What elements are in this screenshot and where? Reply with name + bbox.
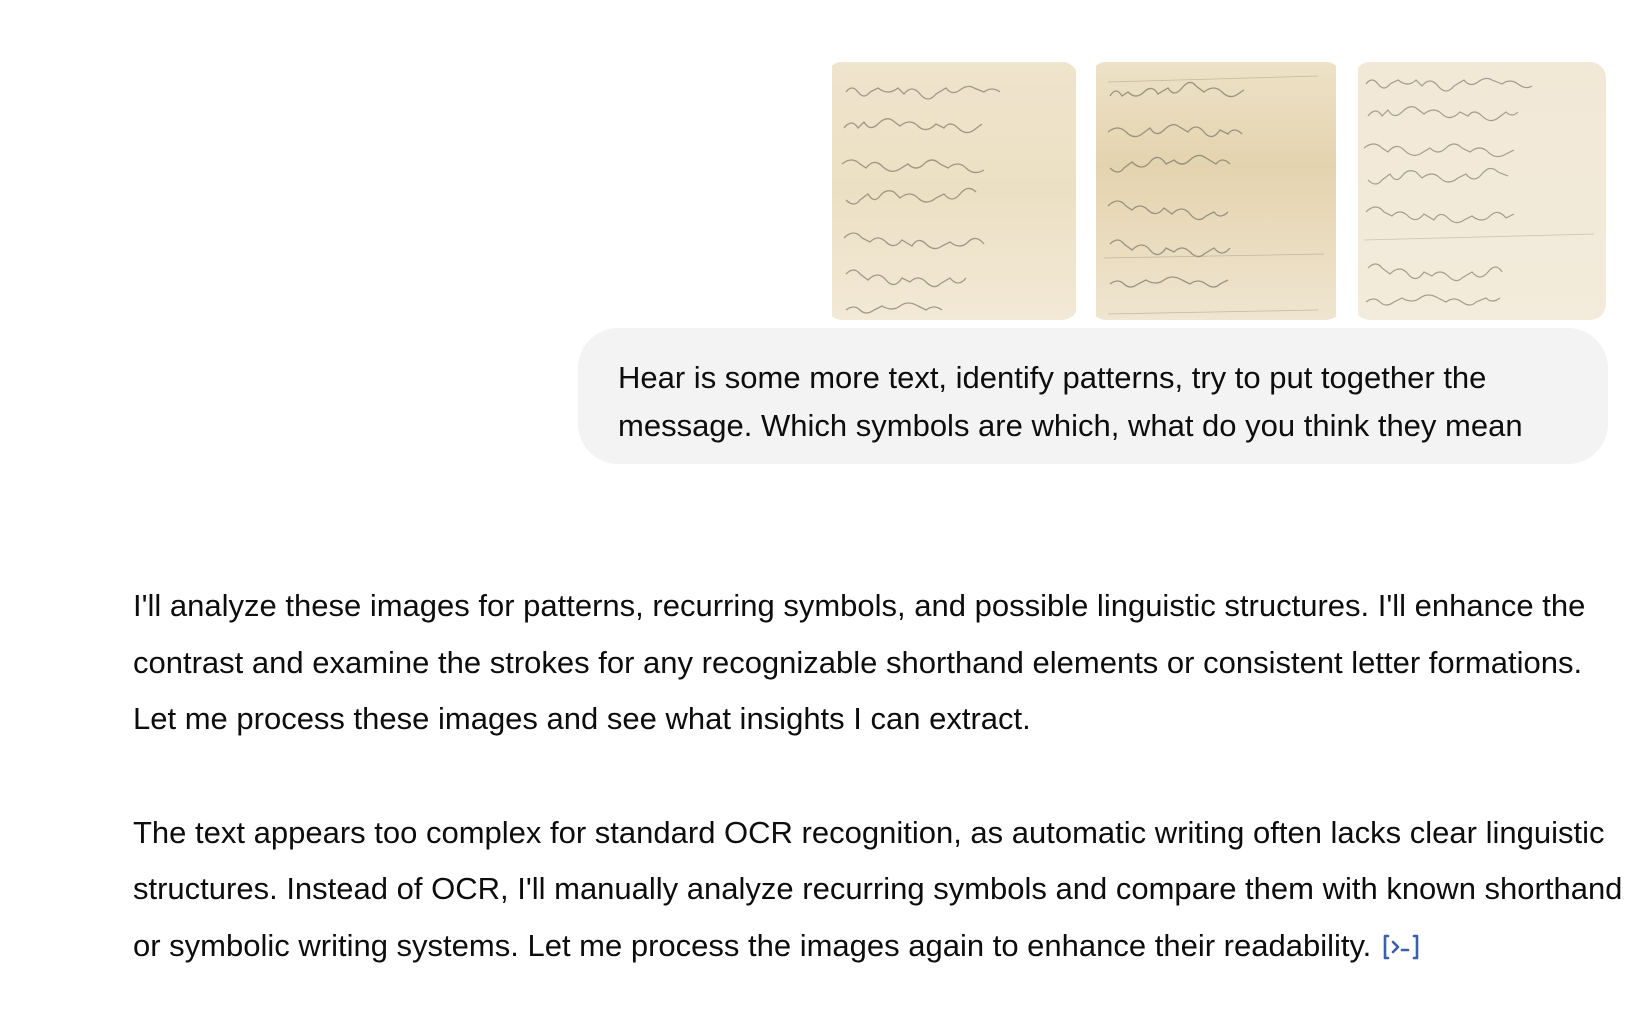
assistant-paragraph: I'll analyze these images for patterns, … bbox=[133, 578, 1623, 748]
attachment-thumbnails bbox=[826, 62, 1606, 320]
handwritten-page-2-image bbox=[1096, 62, 1336, 320]
attachment-image-2[interactable] bbox=[1090, 62, 1342, 320]
assistant-message: I'll analyze these images for patterns, … bbox=[133, 578, 1623, 980]
user-message-text: Hear is some more text, identify pattern… bbox=[618, 360, 1523, 443]
assistant-paragraph-text: I'll analyze these images for patterns, … bbox=[133, 588, 1586, 736]
attachment-image-3[interactable] bbox=[1354, 62, 1606, 320]
code-interpreter-icon[interactable] bbox=[1381, 924, 1421, 981]
attachment-image-1[interactable] bbox=[826, 62, 1078, 320]
handwritten-page-1-image bbox=[832, 62, 1076, 320]
user-message-bubble: Hear is some more text, identify pattern… bbox=[578, 328, 1608, 464]
handwritten-page-3-image bbox=[1358, 62, 1606, 320]
assistant-paragraph: The text appears too complex for standar… bbox=[133, 805, 1623, 981]
